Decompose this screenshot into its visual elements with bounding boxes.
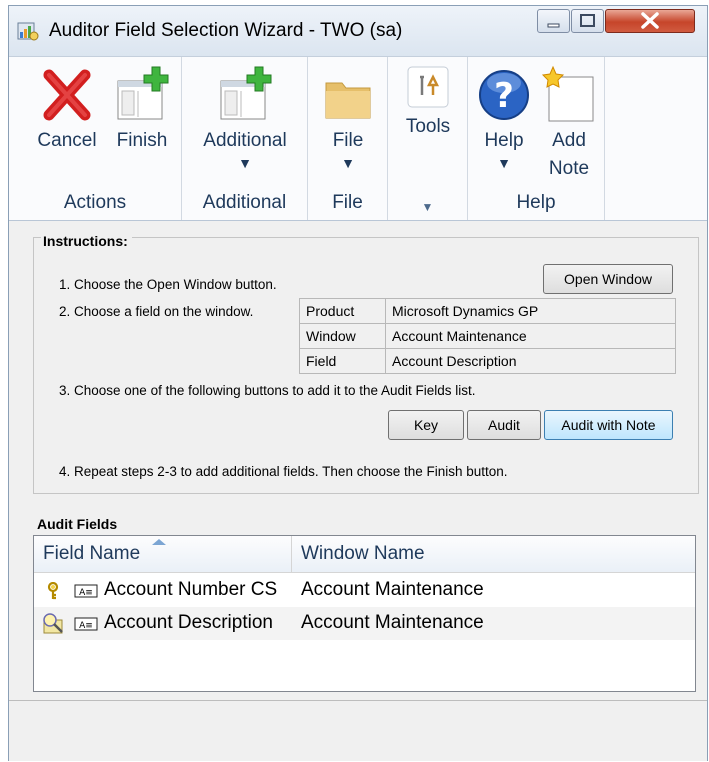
file-group-label: File — [332, 192, 363, 213]
title-bar: Auditor Field Selection Wizard - TWO (sa… — [9, 6, 707, 56]
audit-fields-title: Audit Fields — [37, 516, 118, 532]
audit-fields-list[interactable]: Field Name Window Name A≡ Account Number — [33, 535, 696, 692]
chevron-down-icon: ▼ — [238, 155, 252, 171]
ribbon: Cancel Finish Actions Additional ▼ Addit… — [9, 56, 707, 221]
add-note-button[interactable]: Add Note — [538, 63, 600, 183]
additional-group-label: Additional — [202, 192, 287, 213]
additional-button[interactable]: Additional ▼ — [192, 63, 298, 171]
content-area: Instructions: 1. Choose the Open Window … — [9, 220, 707, 700]
column-header-window-name[interactable]: Window Name — [292, 536, 695, 572]
audit-note-icon — [43, 613, 63, 634]
string-field-icon: A≡ — [74, 617, 98, 631]
instructions-title: Instructions: — [41, 233, 132, 249]
tools-icon — [407, 66, 449, 108]
ribbon-group-actions: Cancel Finish Actions — [9, 57, 182, 220]
minimize-icon — [547, 23, 560, 28]
tools-button[interactable]: Tools — [396, 63, 460, 141]
maximize-button[interactable] — [571, 9, 604, 33]
ribbon-group-additional: Additional ▼ Additional — [182, 57, 308, 220]
svg-text:?: ? — [494, 76, 514, 116]
key-button[interactable]: Key — [388, 410, 464, 440]
info-value: Account Description — [385, 348, 676, 374]
info-key: Field — [299, 348, 386, 374]
info-value: Account Maintenance — [385, 323, 676, 349]
list-header: Field Name Window Name — [34, 536, 695, 573]
status-bar — [9, 700, 707, 761]
audit-button[interactable]: Audit — [467, 410, 541, 440]
tools-label: Tools — [405, 116, 451, 137]
open-window-button[interactable]: Open Window — [543, 264, 673, 294]
note-star-icon — [541, 65, 594, 122]
window-add-icon — [220, 66, 272, 120]
svg-text:A≡: A≡ — [79, 621, 93, 631]
info-key: Window — [299, 323, 386, 349]
cancel-button[interactable]: Cancel — [27, 63, 107, 155]
column-label: Window Name — [301, 543, 425, 564]
step-1-text: 1. Choose the Open Window button. — [59, 277, 277, 292]
help-button[interactable]: ? Help ▼ — [474, 63, 534, 171]
info-row-field: Field Account Description — [299, 348, 676, 374]
field-name-cell: Account Number CS — [104, 579, 278, 600]
ribbon-group-file: File ▼ File — [308, 57, 388, 220]
ribbon-group-help: ? Help ▼ Add Note Help — [468, 57, 605, 220]
close-icon — [641, 12, 659, 29]
window-name-cell: Account Maintenance — [301, 579, 484, 600]
column-header-field-name[interactable]: Field Name — [34, 536, 292, 572]
step-2-text: 2. Choose a field on the window. — [59, 304, 254, 319]
maximize-icon — [580, 14, 595, 27]
chevron-down-icon: ▼ — [341, 155, 355, 171]
list-item[interactable]: A≡ Account Description Account Maintenan… — [34, 607, 695, 640]
additional-label: Additional — [203, 130, 287, 151]
step-3-text: 3. Choose one of the following buttons t… — [59, 383, 476, 398]
info-row-window: Window Account Maintenance — [299, 323, 676, 349]
list-item[interactable]: A≡ Account Number CS Account Maintenance — [34, 574, 695, 607]
cancel-label: Cancel — [37, 130, 97, 151]
field-name-cell: Account Description — [104, 612, 273, 633]
actions-group-label: Actions — [63, 192, 127, 213]
step-4-text: 4. Repeat steps 2-3 to add additional fi… — [59, 464, 508, 479]
finish-button[interactable]: Finish — [107, 63, 177, 155]
minimize-button[interactable] — [537, 9, 570, 33]
add-note-label: Add Note — [548, 130, 590, 179]
file-label: File — [332, 130, 364, 151]
folder-icon — [325, 82, 371, 119]
audit-with-note-button[interactable]: Audit with Note — [544, 410, 673, 440]
wizard-window: Auditor Field Selection Wizard - TWO (sa… — [8, 5, 708, 761]
file-button[interactable]: File ▼ — [316, 63, 380, 171]
info-value: Microsoft Dynamics GP — [385, 298, 676, 324]
info-key: Product — [299, 298, 386, 324]
help-icon: ? — [479, 70, 529, 120]
ribbon-group-tools: Tools ▼ — [388, 57, 468, 220]
red-x-icon — [43, 69, 91, 121]
window-title: Auditor Field Selection Wizard - TWO (sa… — [49, 20, 403, 41]
svg-text:A≡: A≡ — [79, 588, 93, 598]
window-name-cell: Account Maintenance — [301, 612, 484, 633]
help-group-label: Help — [516, 192, 556, 213]
app-icon — [17, 22, 39, 41]
help-label: Help — [484, 130, 524, 151]
column-label: Field Name — [43, 543, 141, 564]
finish-label: Finish — [116, 130, 168, 151]
chevron-down-icon: ▼ — [497, 155, 511, 171]
string-field-icon: A≡ — [74, 584, 98, 598]
tools-group-expand-icon[interactable]: ▼ — [388, 200, 467, 214]
sort-ascending-icon — [152, 539, 166, 545]
selected-field-info: Product Microsoft Dynamics GP Window Acc… — [299, 298, 676, 374]
close-button[interactable] — [605, 9, 695, 33]
window-add-icon — [117, 66, 169, 120]
key-icon — [47, 582, 59, 600]
info-row-product: Product Microsoft Dynamics GP — [299, 298, 676, 324]
